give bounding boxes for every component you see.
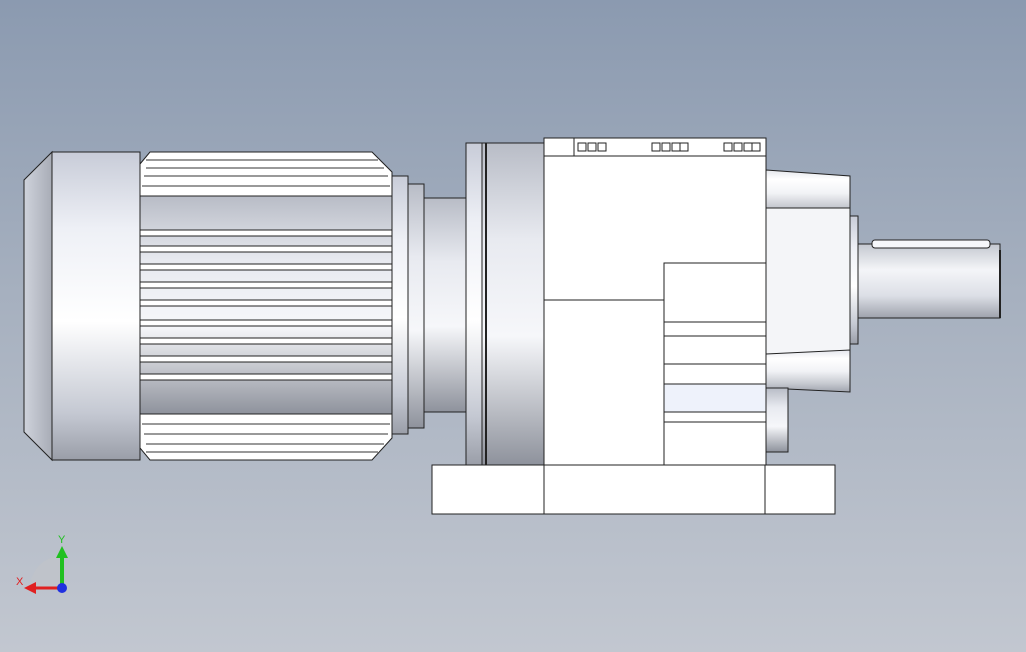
cad-viewport[interactable]: Y X xyxy=(0,0,1026,652)
cooling-fins xyxy=(139,229,393,381)
motor-body[interactable] xyxy=(139,151,393,461)
triad-y-label: Y xyxy=(58,534,66,546)
output-bearing-housing[interactable] xyxy=(765,169,859,453)
gearbox-housing[interactable] xyxy=(543,137,767,466)
output-shaft[interactable] xyxy=(857,239,1001,319)
gearbox-input-flange[interactable] xyxy=(465,142,545,466)
motor-end-cap[interactable] xyxy=(23,150,141,462)
axis-triad: Y X xyxy=(16,534,68,594)
triad-x-label: X xyxy=(16,576,24,588)
motor-flange[interactable] xyxy=(391,175,467,435)
foot-base[interactable] xyxy=(431,464,836,515)
